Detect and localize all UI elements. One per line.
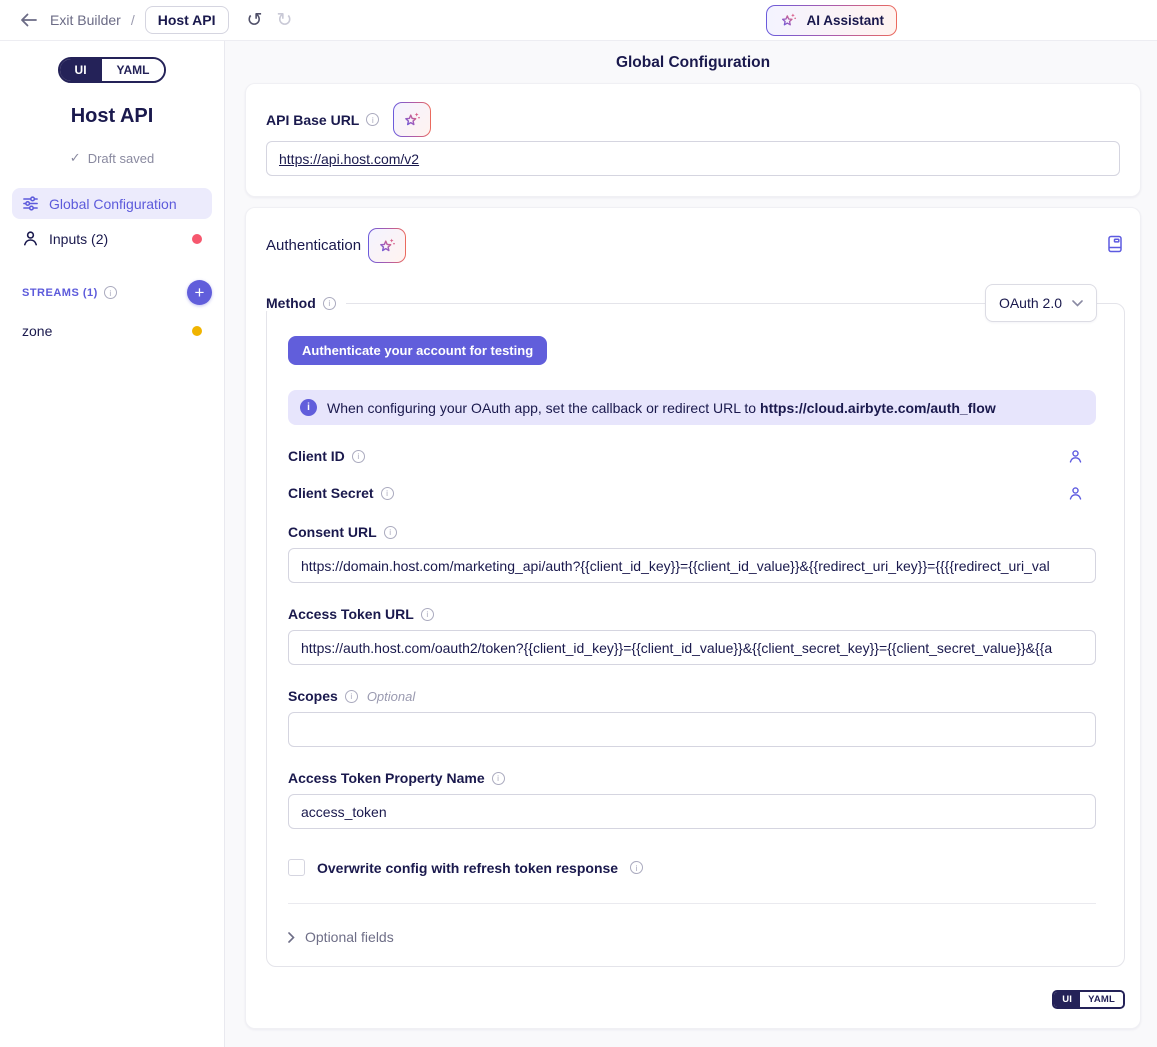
consent-url-input[interactable]: [288, 548, 1096, 583]
client-id-row: Client ID i: [288, 448, 1096, 464]
sidebar-item-stream-zone[interactable]: zone: [12, 319, 212, 343]
access-token-property-name-field: Access Token Property Name i: [288, 770, 1096, 829]
sliders-icon: [22, 195, 39, 212]
overwrite-config-label: Overwrite config with refresh token resp…: [317, 860, 618, 876]
error-status-dot: [192, 234, 202, 244]
ui-yaml-toggle[interactable]: UI YAML: [58, 57, 167, 83]
ai-assistant-button[interactable]: AI Assistant: [766, 5, 897, 36]
method-label: Method: [266, 295, 316, 311]
toggle-ui[interactable]: UI: [1054, 992, 1080, 1007]
info-icon[interactable]: i: [104, 286, 117, 299]
optional-note: Optional: [367, 689, 415, 704]
add-stream-button[interactable]: +: [187, 280, 212, 305]
info-icon[interactable]: i: [345, 690, 358, 703]
top-bar: Exit Builder / Host API ↺ ↻ AI Assistant: [0, 0, 1157, 41]
optional-fields-label: Optional fields: [305, 929, 394, 945]
page-title: Global Configuration: [245, 54, 1141, 72]
info-icon[interactable]: i: [384, 526, 397, 539]
sidebar-item-inputs[interactable]: Inputs (2): [12, 223, 212, 254]
method-dropdown-value: OAuth 2.0: [999, 295, 1062, 311]
callout-text: When configuring your OAuth app, set the…: [327, 400, 996, 416]
plus-icon: +: [195, 284, 205, 301]
access-token-property-name-label: Access Token Property Name: [288, 770, 485, 786]
builder-sidebar: UI YAML Host API ✓ Draft saved Global Co…: [0, 41, 225, 1047]
info-icon: i: [300, 399, 317, 416]
breadcrumb-separator: /: [131, 12, 135, 28]
info-icon[interactable]: i: [630, 861, 643, 874]
toggle-yaml[interactable]: YAML: [1080, 992, 1123, 1007]
ai-assist-button[interactable]: [393, 102, 431, 137]
toggle-ui[interactable]: UI: [60, 59, 102, 81]
check-icon: ✓: [70, 150, 81, 166]
toggle-yaml[interactable]: YAML: [102, 59, 165, 81]
optional-fields-toggle[interactable]: Optional fields: [288, 929, 1096, 945]
info-icon[interactable]: i: [492, 772, 505, 785]
back-arrow-icon[interactable]: [16, 8, 40, 32]
undo-icon[interactable]: ↺: [243, 9, 267, 32]
info-icon[interactable]: i: [366, 113, 379, 126]
ai-sparkle-icon: [377, 236, 397, 256]
user-icon: [22, 230, 39, 247]
oauth-config-group: Authenticate your account for testing i …: [266, 303, 1125, 967]
authentication-card: Authentication Method i OAuth: [245, 207, 1141, 1029]
streams-header: STREAMS (1) i +: [12, 280, 212, 305]
streams-header-label: STREAMS (1): [22, 287, 98, 299]
sidebar-nav: Global Configuration Inputs (2): [12, 188, 212, 254]
connector-title: Host API: [12, 105, 212, 128]
api-base-url-label: API Base URL: [266, 112, 359, 128]
api-base-url-input[interactable]: [266, 141, 1120, 176]
access-token-url-field: Access Token URL i: [288, 606, 1096, 665]
scopes-label: Scopes: [288, 688, 338, 704]
chevron-down-icon: [1072, 300, 1083, 307]
user-input-icon[interactable]: [1068, 486, 1083, 501]
method-dropdown[interactable]: OAuth 2.0: [985, 284, 1097, 322]
consent-url-field: Consent URL i: [288, 524, 1096, 583]
api-base-url-card: API Base URL i: [245, 83, 1141, 197]
warning-status-dot: [192, 326, 202, 336]
overwrite-config-row: Overwrite config with refresh token resp…: [288, 859, 1096, 876]
connector-name-field[interactable]: Host API: [145, 6, 229, 34]
docs-book-icon[interactable]: [1105, 233, 1125, 258]
ai-sparkle-icon: [779, 11, 798, 30]
callback-url: https://cloud.airbyte.com/auth_flow: [760, 400, 996, 416]
scopes-field: Scopes i Optional: [288, 688, 1096, 747]
authenticate-button[interactable]: Authenticate your account for testing: [288, 336, 547, 365]
scopes-input[interactable]: [288, 712, 1096, 747]
save-status: ✓ Draft saved: [12, 150, 212, 166]
access-token-property-name-input[interactable]: [288, 794, 1096, 829]
divider: [288, 903, 1096, 904]
save-status-label: Draft saved: [88, 151, 154, 166]
builder-main-panel: Global Configuration API Base URL i Auth…: [225, 41, 1157, 1047]
authentication-title: Authentication: [266, 237, 361, 254]
user-input-icon[interactable]: [1068, 449, 1083, 464]
sidebar-item-label: Inputs (2): [49, 231, 108, 247]
exit-builder-link[interactable]: Exit Builder: [50, 12, 121, 28]
access-token-url-input[interactable]: [288, 630, 1096, 665]
info-icon[interactable]: i: [352, 450, 365, 463]
info-icon[interactable]: i: [421, 608, 434, 621]
redo-icon[interactable]: ↻: [272, 9, 296, 32]
info-icon[interactable]: i: [323, 297, 336, 310]
info-icon[interactable]: i: [381, 487, 394, 500]
client-secret-label: Client Secret: [288, 485, 374, 501]
client-id-label: Client ID: [288, 448, 345, 464]
access-token-url-label: Access Token URL: [288, 606, 414, 622]
chevron-right-icon: [288, 932, 295, 943]
oauth-callback-callout: i When configuring your OAuth app, set t…: [288, 390, 1096, 425]
consent-url-label: Consent URL: [288, 524, 377, 540]
stream-name: zone: [22, 323, 52, 339]
overwrite-config-checkbox[interactable]: [288, 859, 305, 876]
ai-sparkle-icon: [402, 110, 422, 130]
ai-assist-button[interactable]: [368, 228, 406, 263]
sidebar-item-global-configuration[interactable]: Global Configuration: [12, 188, 212, 219]
ui-yaml-toggle-small[interactable]: UI YAML: [1052, 990, 1125, 1009]
client-secret-row: Client Secret i: [288, 485, 1096, 501]
sidebar-item-label: Global Configuration: [49, 196, 177, 212]
ai-assistant-label: AI Assistant: [806, 13, 884, 28]
